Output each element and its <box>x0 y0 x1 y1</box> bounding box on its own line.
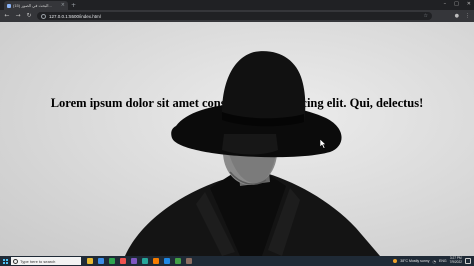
network-icon[interactable]: ◔ <box>432 259 436 264</box>
browser-tab[interactable]: (15) البحث في الصور... × <box>4 1 68 10</box>
forward-arrow-icon[interactable]: → <box>15 13 21 19</box>
close-window-button[interactable]: ✕ <box>467 1 471 7</box>
minimize-button[interactable]: – <box>444 1 447 7</box>
taskbar-app-icon[interactable] <box>153 258 159 264</box>
profile-icon[interactable]: ● <box>455 13 459 19</box>
browser-tab-strip: (15) البحث في الصور... × + – □ ✕ <box>0 0 474 10</box>
sun-icon[interactable] <box>393 259 398 263</box>
language-indicator[interactable]: ENG <box>439 259 447 263</box>
system-tray: 38°C Mostly sunny ◔ ENG 3:27 PM 7/9/2022 <box>393 257 474 264</box>
page-heading: Lorem ipsum dolor sit amet consectetur a… <box>50 96 424 110</box>
taskbar-app-icon[interactable] <box>186 258 192 264</box>
tab-favicon-icon <box>7 3 11 8</box>
menu-kebab-icon[interactable]: ⋮ <box>465 13 470 19</box>
notification-icon[interactable] <box>465 258 471 264</box>
page-viewport: Lorem ipsum dolor sit amet consectetur a… <box>0 22 474 256</box>
taskbar-pinned-apps <box>87 258 192 264</box>
window-controls: – □ ✕ <box>444 1 471 7</box>
weather-text[interactable]: 38°C Mostly sunny <box>400 259 429 263</box>
taskbar-app-icon[interactable] <box>164 258 170 264</box>
taskbar-search-box[interactable]: Type here to search <box>11 257 81 265</box>
browser-toolbar: ← → ↻ 127.0.0.1:5500/index.html ☆ ● ⋮ <box>0 10 474 22</box>
mouse-cursor-icon <box>320 139 327 149</box>
address-url[interactable]: 127.0.0.1:5500/index.html <box>49 14 101 19</box>
address-bar[interactable]: 127.0.0.1:5500/index.html ☆ <box>37 12 432 20</box>
maximize-button[interactable]: □ <box>454 1 459 7</box>
taskbar-app-icon[interactable] <box>131 258 137 264</box>
back-arrow-icon[interactable]: ← <box>4 13 10 19</box>
taskbar-app-icon[interactable] <box>142 258 148 264</box>
reload-icon[interactable]: ↻ <box>26 13 32 19</box>
start-button[interactable] <box>0 256 10 266</box>
taskbar-app-icon[interactable] <box>120 258 126 264</box>
search-icon <box>13 258 18 264</box>
taskbar-clock[interactable]: 3:27 PM 7/9/2022 <box>450 257 462 264</box>
taskbar-search-placeholder: Type here to search <box>20 258 56 264</box>
taskbar-app-icon[interactable] <box>109 258 115 264</box>
clock-date: 7/9/2022 <box>449 260 462 264</box>
man-in-hat-photo <box>125 119 380 256</box>
taskbar-app-icon[interactable] <box>87 258 93 264</box>
site-info-icon[interactable] <box>41 13 46 19</box>
windows-logo-icon <box>2 258 8 264</box>
bookmark-star-icon[interactable]: ☆ <box>424 13 428 19</box>
taskbar-app-icon[interactable] <box>175 258 181 264</box>
taskbar-app-icon[interactable] <box>98 258 104 264</box>
windows-taskbar: Type here to search 38°C Mostly sunny ◔ … <box>0 256 474 266</box>
close-tab-icon[interactable]: × <box>61 3 65 8</box>
new-tab-button[interactable]: + <box>71 2 76 9</box>
tab-title: (15) البحث في الصور... <box>13 3 52 8</box>
